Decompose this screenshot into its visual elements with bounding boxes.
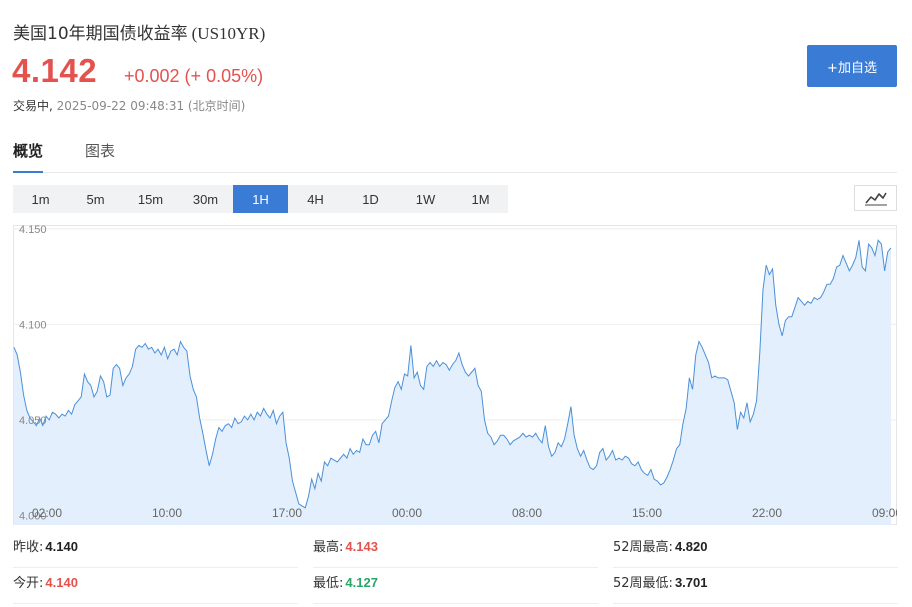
- stat-52w-high-label: 52周最高:: [613, 540, 673, 555]
- line-chart-icon: [864, 192, 887, 206]
- current-price: 4.142: [12, 52, 98, 89]
- period-1mo[interactable]: 1M: [453, 185, 508, 213]
- price-chart-svg: 4.1504.1004.0504.00002:00 10:00 17:00 00:00…: [13, 225, 897, 525]
- stat-open-value: 4.140: [45, 575, 78, 590]
- stat-low-value: 4.127: [345, 575, 378, 590]
- x-tick-label: 10:00: [152, 506, 182, 520]
- instrument-code: (US10YR): [191, 24, 266, 43]
- period-4h[interactable]: 4H: [288, 185, 343, 213]
- stat-high: 最高: 4.143: [313, 536, 598, 568]
- x-tick-label: 08:00: [512, 506, 542, 520]
- trading-status-label: 交易中,: [13, 99, 53, 113]
- period-1d[interactable]: 1D: [343, 185, 398, 213]
- stat-low-label: 最低:: [313, 576, 344, 591]
- y-tick-label: 4.050: [19, 415, 47, 427]
- stat-52w-high: 52周最高: 4.820: [613, 536, 898, 568]
- period-5m[interactable]: 5m: [68, 185, 123, 213]
- stat-52w-high-value: 4.820: [674, 539, 708, 554]
- period-1m[interactable]: 1m: [13, 185, 68, 213]
- stat-prev-close: 昨收: 4.140: [13, 536, 298, 568]
- y-tick-label: 4.150: [19, 225, 47, 236]
- stat-prev-close-value: 4.140: [45, 539, 78, 554]
- period-1w[interactable]: 1W: [398, 185, 453, 213]
- tab-overview[interactable]: 概览: [13, 140, 44, 173]
- price-change: +0.002 (+ 0.05%): [124, 66, 264, 86]
- stat-52w-low-value: 3.701: [674, 575, 708, 590]
- x-tick-label: 15:00: [632, 506, 662, 520]
- stat-open-label: 今开:: [13, 576, 44, 591]
- page-title: 美国10年期国债收益率 (US10YR): [13, 19, 265, 44]
- period-1h[interactable]: 1H: [233, 185, 288, 213]
- stat-open: 今开: 4.140: [13, 572, 298, 604]
- instrument-name: 美国10年期国债收益率: [13, 24, 188, 44]
- x-tick-label: 22:00: [752, 506, 782, 520]
- y-tick-label: 4.100: [19, 319, 47, 331]
- trading-status: 交易中, 2025-09-22 09:48:31 (北京时间): [13, 97, 245, 114]
- stat-52w-low-label: 52周最低:: [613, 576, 673, 591]
- period-30m[interactable]: 30m: [178, 185, 233, 213]
- x-tick-label: 00:00: [392, 506, 422, 520]
- add-watchlist-button[interactable]: +加自选: [807, 45, 897, 87]
- chart-type-button[interactable]: [854, 185, 897, 211]
- x-tick-label: 09:00: [872, 506, 897, 520]
- tab-chart[interactable]: 图表: [85, 140, 115, 171]
- stat-low: 最低: 4.127: [313, 572, 598, 604]
- timestamp: 2025-09-22 09:48:31 (北京时间): [56, 99, 246, 113]
- stat-high-label: 最高:: [313, 540, 344, 555]
- tab-bar: 概览 图表: [13, 140, 897, 173]
- period-15m[interactable]: 15m: [123, 185, 178, 213]
- period-selector: 1m 5m 15m 30m 1H 4H 1D 1W 1M: [13, 185, 508, 213]
- price-chart[interactable]: 4.150 4.100 4.050 4.000 02:00 10:00 17:00 00:00…: [13, 225, 897, 525]
- x-tick-label: 02:00: [32, 506, 62, 520]
- stat-prev-close-label: 昨收:: [13, 540, 44, 555]
- stat-high-value: 4.143: [345, 539, 378, 554]
- x-tick-label: 17:00: [272, 506, 302, 520]
- stat-52w-low: 52周最低: 3.701: [613, 572, 898, 604]
